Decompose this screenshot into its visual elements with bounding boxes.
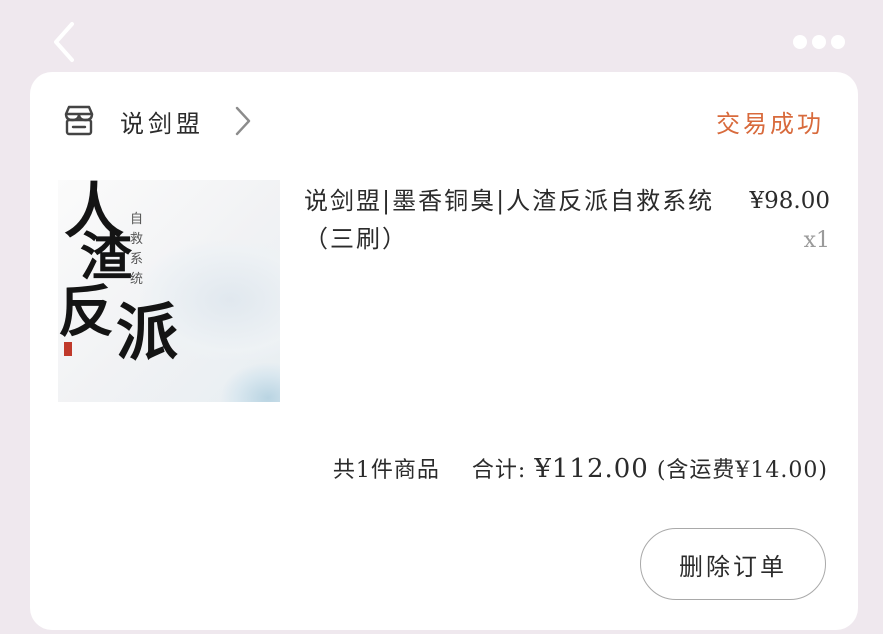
chevron-left-icon (54, 22, 74, 62)
item-count: 共1件商品 (332, 458, 440, 483)
cover-char-2: 渣 (80, 227, 133, 288)
cover-seal (64, 342, 72, 356)
chevron-right-icon (232, 104, 254, 138)
shipping-note: (含运费¥14.00) (656, 458, 828, 483)
product-title[interactable]: 说剑盟|墨香铜臭|人渣反派自救系统（三刷） (304, 182, 724, 258)
more-dots-icon (793, 35, 845, 49)
order-summary: 共1件商品 合计: ¥112.00 (含运费¥14.00) (333, 452, 828, 484)
cover-subtitle: 自救系统 (130, 212, 144, 287)
order-card: 说剑盟 交易成功 人 渣 反 派 自救系统 说剑盟|墨香铜臭|人渣反派自救系统（… (30, 72, 858, 630)
cover-char-3: 反 (58, 279, 114, 345)
shop-name: 说剑盟 (120, 109, 204, 138)
cover-title-art: 人 渣 反 派 (58, 180, 280, 402)
order-status: 交易成功 (716, 110, 824, 138)
total-label: 合计: (471, 458, 527, 483)
product-cover-image[interactable]: 人 渣 反 派 自救系统 (58, 180, 280, 402)
total-value: ¥112.00 (534, 454, 649, 484)
product-quantity: x1 (803, 228, 830, 253)
store-icon (60, 102, 98, 140)
back-button[interactable] (44, 18, 88, 66)
top-bar (0, 0, 883, 70)
more-button[interactable] (791, 28, 847, 56)
delete-order-button[interactable]: 删除订单 (640, 528, 826, 600)
cover-char-4: 派 (116, 296, 179, 369)
shop-link[interactable]: 说剑盟 (60, 98, 254, 144)
product-price: ¥98.00 (749, 188, 830, 214)
